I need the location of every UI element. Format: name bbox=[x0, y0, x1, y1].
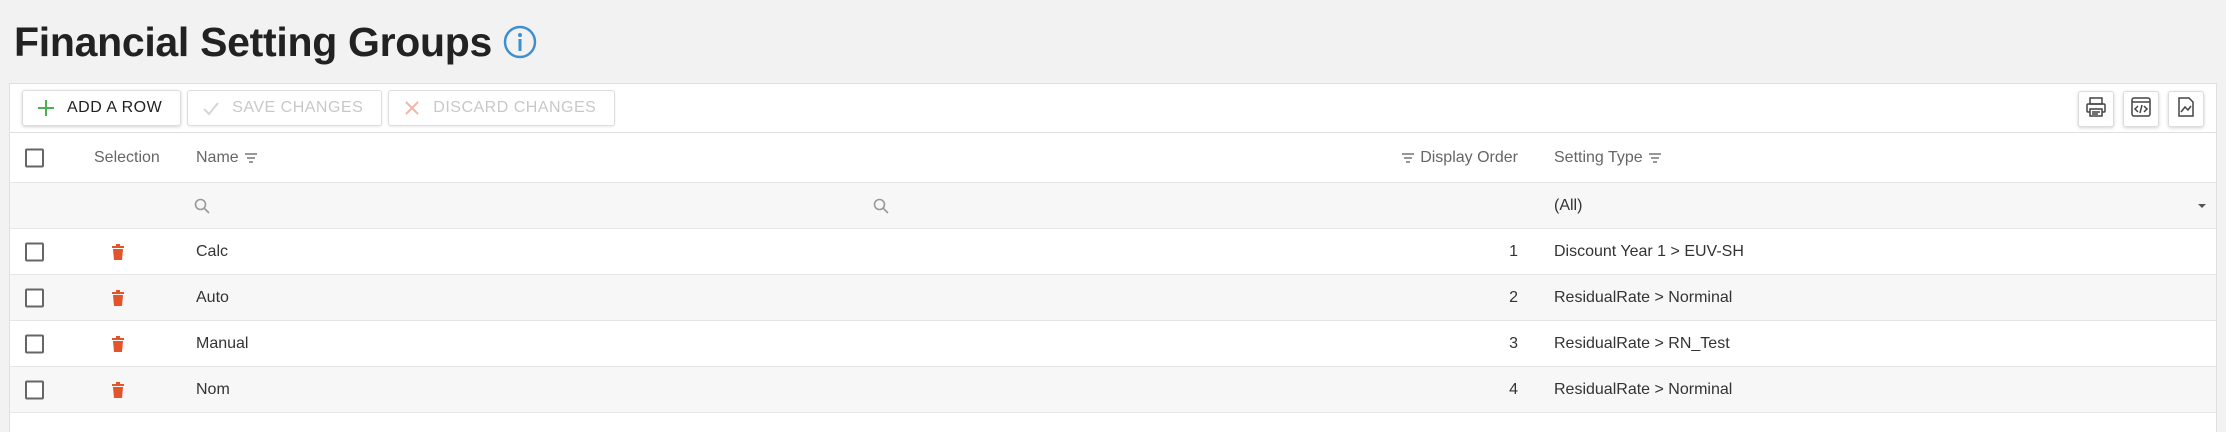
setting-type-filter-select[interactable]: (All) bbox=[1554, 197, 1582, 215]
print-button[interactable] bbox=[2078, 91, 2114, 127]
caret-down-icon[interactable] bbox=[2196, 200, 2208, 212]
row-checkbox[interactable] bbox=[25, 242, 44, 261]
column-header-setting-type[interactable]: Setting Type bbox=[1554, 149, 1667, 167]
plus-icon bbox=[37, 99, 55, 117]
filter-icon[interactable] bbox=[243, 150, 259, 166]
cell-name[interactable]: Nom bbox=[196, 381, 230, 399]
add-row-button[interactable]: Add a row bbox=[22, 90, 182, 126]
export-code-button[interactable] bbox=[2123, 91, 2159, 127]
column-header-name[interactable]: Name bbox=[196, 149, 263, 167]
page-title: Financial Setting Groups bbox=[14, 18, 493, 65]
trash-icon[interactable] bbox=[111, 381, 125, 398]
discard-changes-button[interactable]: Discard changes bbox=[388, 90, 616, 126]
column-header-display-order[interactable]: Display Order bbox=[1396, 149, 1518, 167]
discard-changes-label: Discard changes bbox=[433, 99, 597, 116]
export-tools bbox=[2078, 91, 2204, 127]
cell-display-order[interactable]: 1 bbox=[1509, 243, 1518, 261]
cell-setting-type[interactable]: Discount Year 1 > EUV-SH bbox=[1554, 243, 1744, 261]
search-icon[interactable] bbox=[872, 197, 890, 215]
cell-setting-type[interactable]: ResidualRate > RN_Test bbox=[1554, 335, 1730, 353]
filter-icon[interactable] bbox=[1400, 150, 1416, 166]
row-checkbox[interactable] bbox=[25, 288, 44, 307]
cell-name[interactable]: Auto bbox=[196, 289, 229, 307]
cell-name[interactable]: Manual bbox=[196, 335, 248, 353]
x-icon bbox=[403, 99, 421, 117]
table-row[interactable]: Auto 2 ResidualRate > Norminal bbox=[10, 275, 2216, 321]
table-row[interactable]: Calc 1 Discount Year 1 > EUV-SH bbox=[10, 229, 2216, 275]
trash-icon[interactable] bbox=[111, 335, 125, 352]
chart-button[interactable] bbox=[2168, 91, 2204, 127]
select-all-checkbox[interactable] bbox=[25, 148, 44, 167]
cell-display-order[interactable]: 3 bbox=[1509, 335, 1518, 353]
row-checkbox[interactable] bbox=[25, 334, 44, 353]
check-icon bbox=[202, 99, 220, 117]
row-checkbox[interactable] bbox=[25, 380, 44, 399]
cell-setting-type[interactable]: ResidualRate > Norminal bbox=[1554, 381, 1732, 399]
financial-settings-grid: Add a row Save changes Discard changes bbox=[9, 83, 2217, 432]
filter-row: (All) bbox=[10, 183, 2216, 229]
save-changes-label: Save changes bbox=[232, 99, 364, 116]
header-row: Selection Name Display Order Setting Typ… bbox=[10, 133, 2216, 183]
trash-icon[interactable] bbox=[111, 289, 125, 306]
info-icon[interactable] bbox=[502, 24, 538, 60]
table-row[interactable]: Nom 4 ResidualRate > Norminal bbox=[10, 367, 2216, 413]
cell-name[interactable]: Calc bbox=[196, 243, 228, 261]
table-row[interactable]: Manual 3 ResidualRate > RN_Test bbox=[10, 321, 2216, 367]
code-export-icon bbox=[2129, 95, 2153, 124]
cell-setting-type[interactable]: ResidualRate > Norminal bbox=[1554, 289, 1732, 307]
column-header-name-label: Name bbox=[196, 148, 239, 166]
filter-icon[interactable] bbox=[1647, 150, 1663, 166]
print-icon bbox=[2084, 95, 2108, 124]
save-changes-button[interactable]: Save changes bbox=[187, 90, 383, 126]
grid-toolbar: Add a row Save changes Discard changes bbox=[10, 84, 2216, 133]
add-row-label: Add a row bbox=[67, 99, 163, 116]
cell-display-order[interactable]: 2 bbox=[1509, 289, 1518, 307]
search-icon[interactable] bbox=[193, 197, 211, 215]
page-header: Financial Setting Groups bbox=[14, 14, 538, 70]
chart-icon bbox=[2174, 95, 2198, 124]
trash-icon[interactable] bbox=[111, 243, 125, 260]
cell-display-order[interactable]: 4 bbox=[1509, 381, 1518, 399]
column-header-setting-type-label: Setting Type bbox=[1554, 148, 1643, 166]
column-header-display-order-label: Display Order bbox=[1420, 148, 1518, 166]
column-header-selection: Selection bbox=[94, 148, 160, 166]
